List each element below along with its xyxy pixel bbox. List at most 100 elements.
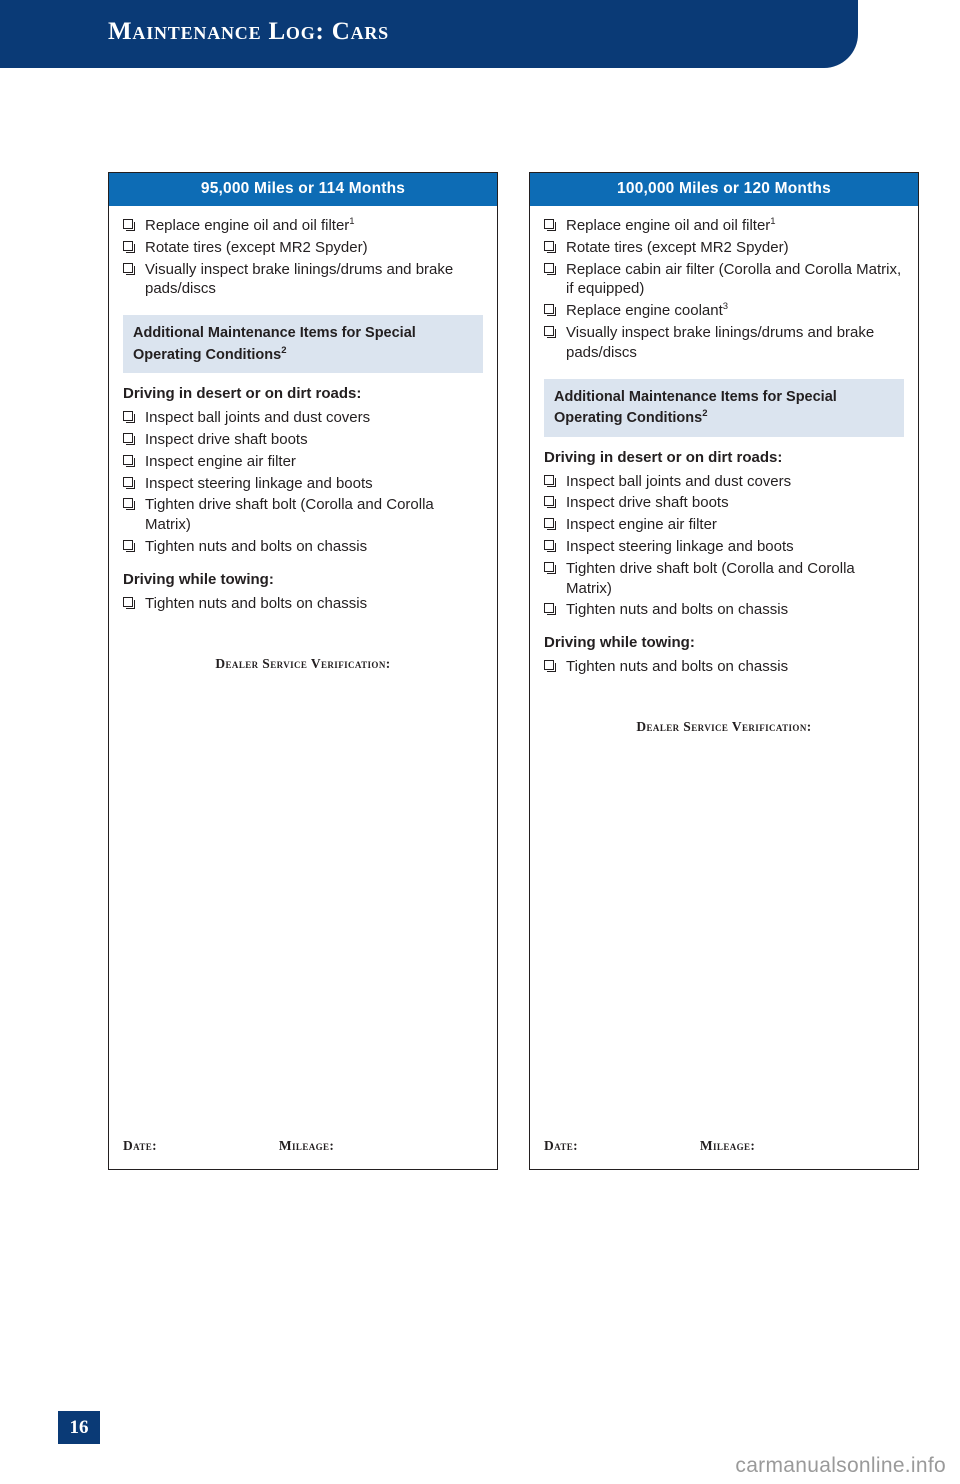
checklist-item[interactable]: Tighten nuts and bolts on chassis	[544, 657, 904, 677]
card-title: 95,000 Miles or 114 Months	[109, 173, 497, 206]
checkbox-icon[interactable]	[544, 262, 556, 275]
checklist-item-label: Tighten nuts and bolts on chassis	[566, 658, 789, 676]
checklist-item-label: Tighten nuts and bolts on chassis	[145, 537, 368, 555]
checklist-item-label: Visually inspect brake linings/drums and…	[566, 323, 875, 361]
checkbox-icon[interactable]	[123, 498, 135, 511]
checklist-item[interactable]: Replace engine coolant3	[544, 301, 904, 321]
checklist-item-label: Inspect drive shaft boots	[145, 430, 308, 448]
special-conditions-footnote: 2	[702, 408, 708, 420]
checkbox-icon[interactable]	[123, 432, 135, 445]
checklist-item-label: Tighten drive shaft bolt (Corolla and Co…	[145, 496, 434, 534]
checklist-item-label: Rotate tires (except MR2 Spyder)	[145, 238, 368, 256]
primary-checklist: Replace engine oil and oil filter1 Rotate…	[544, 216, 904, 363]
checklist-item[interactable]: Inspect engine air filter	[123, 452, 483, 472]
primary-checklist: Replace engine oil and oil filter1 Rotate…	[123, 216, 483, 299]
checklist-item[interactable]: Tighten nuts and bolts on chassis	[123, 594, 483, 614]
checkbox-icon[interactable]	[544, 219, 556, 231]
card-body: Replace engine oil and oil filter1 Rotate…	[530, 206, 918, 1168]
checklist-item-label: Tighten drive shaft bolt (Corolla and Co…	[566, 559, 855, 597]
checkbox-icon[interactable]	[544, 518, 556, 531]
checklist-item-label: Inspect ball joints and dust covers	[145, 409, 371, 427]
checklist-item-label: Inspect engine air filter	[145, 452, 296, 470]
dealer-service-verification: Dealer Service Verification:	[636, 718, 812, 734]
checklist-item-label: Replace engine coolant	[566, 302, 723, 320]
checklist-item[interactable]: Replace engine oil and oil filter1	[544, 216, 904, 236]
checklist-item[interactable]: Replace cabin air filter (Corolla and Co…	[544, 260, 904, 300]
desert-heading: Driving in desert or on dirt roads:	[544, 448, 783, 466]
checkbox-icon[interactable]	[544, 304, 556, 317]
date-label: Date:	[544, 1138, 579, 1153]
card-title: 100,000 Miles or 120 Months	[530, 173, 918, 206]
checklist-item[interactable]: Inspect ball joints and dust covers	[123, 408, 483, 428]
checklist-item-label: Visually inspect brake linings/drums and…	[145, 260, 454, 298]
desert-heading: Driving in desert or on dirt roads:	[123, 385, 362, 403]
checkbox-icon[interactable]	[123, 240, 135, 253]
checklist-item[interactable]: Tighten nuts and bolts on chassis	[544, 600, 904, 620]
checklist-item[interactable]: Replace engine oil and oil filter1	[123, 216, 483, 236]
checklist-item[interactable]: Inspect drive shaft boots	[123, 430, 483, 450]
checklist-item[interactable]: Inspect engine air filter	[544, 515, 904, 535]
checkbox-icon[interactable]	[123, 476, 135, 489]
checkbox-icon[interactable]	[544, 496, 556, 509]
footnote-marker: 3	[722, 301, 729, 313]
maintenance-card-100000: 100,000 Miles or 120 Months Replace engi…	[529, 172, 919, 1170]
checkbox-icon[interactable]	[544, 561, 556, 574]
mileage-label: Mileage:	[278, 1138, 335, 1153]
checklist-item-label: Rotate tires (except MR2 Spyder)	[566, 238, 789, 256]
towing-heading: Driving while towing:	[123, 570, 274, 588]
towing-checklist: Tighten nuts and bolts on chassis	[544, 657, 904, 677]
checkbox-icon[interactable]	[123, 596, 135, 609]
checklist-item-label: Inspect drive shaft boots	[566, 494, 729, 512]
footnote-marker: 1	[349, 216, 355, 227]
footnote-marker: 1	[770, 216, 776, 227]
checkbox-icon[interactable]	[544, 325, 556, 338]
checklist-item[interactable]: Tighten drive shaft bolt (Corolla and Co…	[544, 559, 904, 599]
checklist-item[interactable]: Rotate tires (except MR2 Spyder)	[544, 238, 904, 258]
checklist-item[interactable]: Inspect steering linkage and boots	[544, 537, 904, 557]
checklist-item-label: Replace cabin air filter (Corolla and Co…	[566, 260, 902, 298]
desert-checklist: Inspect ball joints and dust covers Inspe…	[123, 408, 483, 557]
checklist-item[interactable]: Visually inspect brake linings/drums and…	[544, 323, 904, 363]
page-title: Maintenance Log: Cars	[108, 18, 389, 45]
checklist-item-label: Replace engine oil and oil filter	[145, 217, 350, 234]
towing-checklist: Tighten nuts and bolts on chassis	[123, 594, 483, 614]
maintenance-card-95000: 95,000 Miles or 114 Months Replace engin…	[108, 172, 498, 1170]
mileage-label: Mileage:	[699, 1138, 756, 1153]
card-footer: Date: Mileage:	[123, 1138, 483, 1154]
checklist-item[interactable]: Inspect steering linkage and boots	[123, 474, 483, 494]
checkbox-icon[interactable]	[544, 240, 556, 253]
checkbox-icon[interactable]	[544, 603, 556, 616]
checklist-item-label: Tighten nuts and bolts on chassis	[145, 594, 368, 612]
checklist-item-label: Inspect engine air filter	[566, 516, 717, 534]
checklist-item-label: Inspect steering linkage and boots	[145, 474, 373, 492]
checklist-item-label: Inspect ball joints and dust covers	[566, 472, 792, 490]
checklist-item-label: Inspect steering linkage and boots	[566, 537, 794, 555]
card-body: Replace engine oil and oil filter1 Rotate…	[109, 206, 497, 1168]
checklist-item[interactable]: Rotate tires (except MR2 Spyder)	[123, 238, 483, 258]
special-conditions-footnote: 2	[281, 344, 287, 356]
checkbox-icon[interactable]	[544, 474, 556, 487]
special-conditions-label: Additional Maintenance Items for Special…	[554, 388, 837, 426]
card-footer: Date: Mileage:	[544, 1138, 904, 1154]
checklist-item[interactable]: Inspect drive shaft boots	[544, 493, 904, 513]
checkbox-icon[interactable]	[544, 539, 556, 552]
checklist-item-label: Tighten nuts and bolts on chassis	[566, 601, 789, 619]
checklist-item[interactable]: Tighten drive shaft bolt (Corolla and Co…	[123, 495, 483, 535]
checklist-item[interactable]: Tighten nuts and bolts on chassis	[123, 537, 483, 557]
special-conditions-label: Additional Maintenance Items for Special…	[133, 325, 416, 363]
checkbox-icon[interactable]	[123, 262, 135, 275]
checkbox-icon[interactable]	[123, 539, 135, 552]
checklist-item[interactable]: Inspect ball joints and dust covers	[544, 472, 904, 492]
checkbox-icon[interactable]	[123, 411, 135, 424]
date-label: Date:	[123, 1138, 158, 1153]
checkbox-icon[interactable]	[544, 660, 556, 673]
checkbox-icon[interactable]	[123, 454, 135, 467]
checklist-item[interactable]: Visually inspect brake linings/drums and…	[123, 260, 483, 300]
special-conditions-band: Additional Maintenance Items for Special…	[123, 315, 483, 374]
checkbox-icon[interactable]	[123, 219, 135, 231]
towing-heading: Driving while towing:	[544, 634, 695, 652]
desert-checklist: Inspect ball joints and dust covers Inspe…	[544, 472, 904, 621]
special-conditions-band: Additional Maintenance Items for Special…	[544, 378, 904, 437]
watermark: carmanualsonline.info	[735, 1454, 946, 1477]
dealer-service-verification: Dealer Service Verification:	[215, 655, 391, 671]
